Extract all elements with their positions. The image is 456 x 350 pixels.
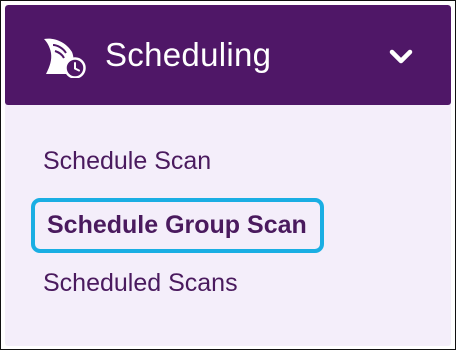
menu-header-title: Scheduling — [105, 36, 272, 73]
chevron-down-icon[interactable] — [385, 41, 417, 73]
menu-item-schedule-scan[interactable]: Schedule Scan — [43, 147, 211, 176]
shark-fin-clock-icon — [42, 36, 86, 79]
scheduling-menu: Scheduling Schedule Scan Schedule Group … — [5, 5, 451, 346]
screenshot-frame: Scheduling Schedule Scan Schedule Group … — [0, 0, 456, 350]
menu-item-scheduled-scans[interactable]: Scheduled Scans — [43, 269, 238, 298]
menu-header[interactable]: Scheduling — [5, 5, 451, 105]
menu-item-schedule-group-scan[interactable]: Schedule Group Scan — [31, 198, 324, 253]
